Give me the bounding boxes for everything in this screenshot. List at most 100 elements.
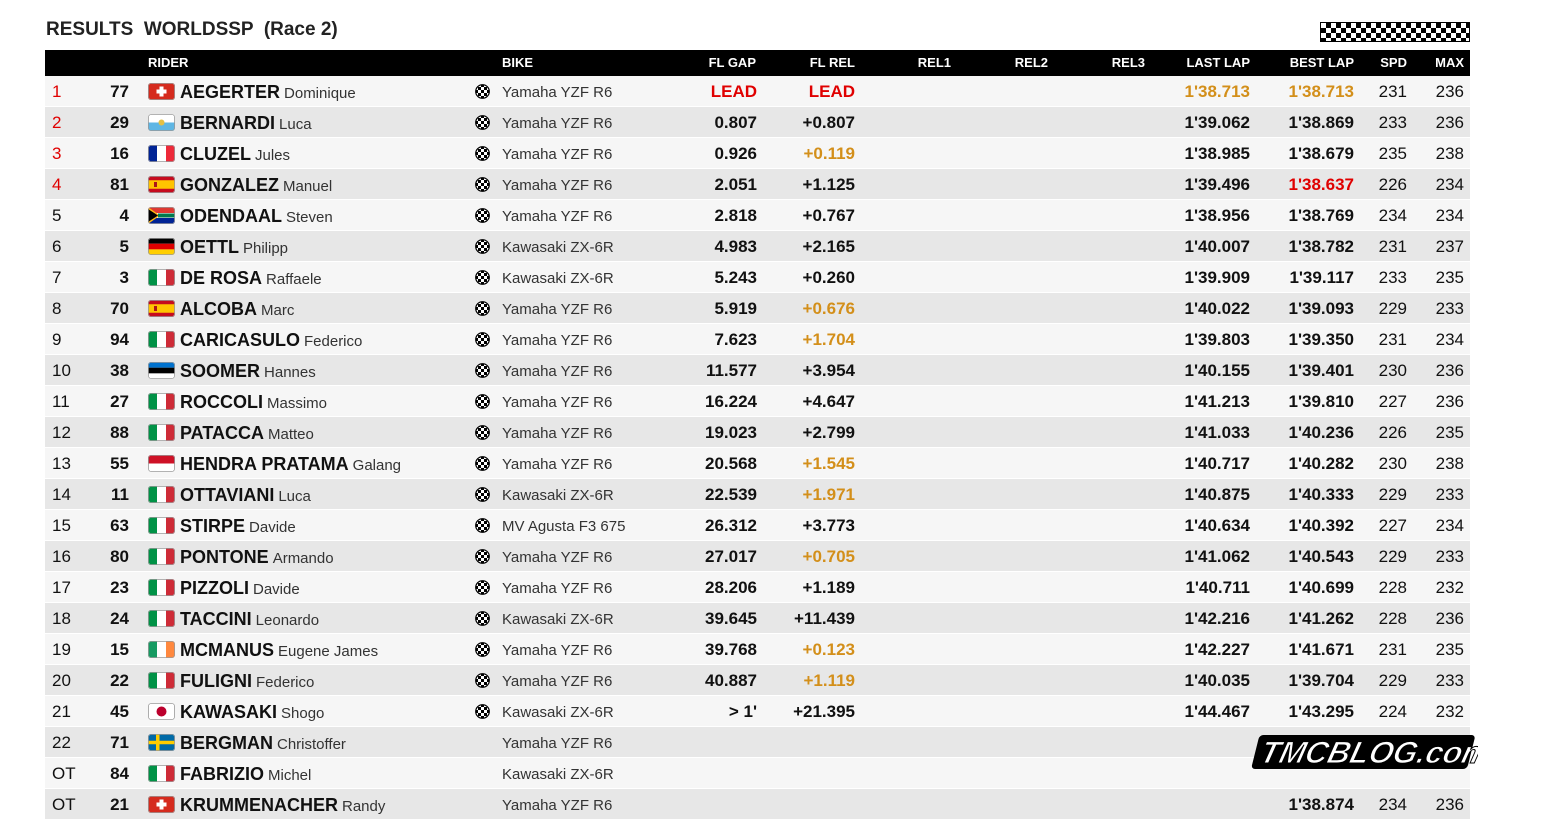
rider-firstname: Christoffer [277,736,346,753]
rider-name[interactable]: FABRIZIO Michel [180,764,311,786]
country-flag-icon [148,703,175,720]
header-last-lap[interactable]: LAST LAP [1155,55,1250,71]
fl-gap: 39.768 [705,640,757,659]
last-lap: 1'41.213 [1184,392,1251,411]
speed: 231 [1378,640,1407,659]
last-lap: 1'40.717 [1184,454,1251,473]
rider-number: 70 [110,299,129,318]
rider-name[interactable]: ROCCOLI Massimo [180,392,327,414]
table-row[interactable]: 11 27 ROCCOLI Massimo Yamaha YZF R6 16.224 +4.… [45,386,1470,417]
bike-model: Yamaha YZF R6 [502,425,613,442]
rider-name[interactable]: OETTL Philipp [180,237,288,259]
rider-name[interactable]: FULIGNI Federico [180,671,314,693]
rider-name[interactable]: ALCOBA Marc [180,299,294,321]
best-lap: 1'38.713 [1288,82,1355,101]
table-row[interactable]: 6 5 OETTL Philipp Kawasaki ZX-6R 4.983 +2.165 1… [45,231,1470,262]
table-row[interactable]: 4 81 GONZALEZ Manuel Yamaha YZF R6 2.051 +1.12… [45,169,1470,200]
best-lap: 1'38.637 [1288,175,1355,194]
last-lap: 1'42.216 [1184,609,1251,628]
table-row[interactable]: 19 15 MCMANUS Eugene James Yamaha YZF R6 39.7… [45,634,1470,665]
rider-number: 38 [110,361,129,380]
table-row[interactable]: 12 88 PATACCA Matteo Yamaha YZF R6 19.023 +2.7… [45,417,1470,448]
rider-surname: DE ROSA [180,268,263,288]
rider-name[interactable]: OTTAVIANI Luca [180,485,311,507]
rider-firstname: Armando [272,550,334,567]
fl-gap: 28.206 [705,578,757,597]
header-spd[interactable]: SPD [1363,55,1407,71]
max-speed: 236 [1435,361,1464,380]
last-lap: 1'44.467 [1184,702,1251,721]
speed: 235 [1378,144,1407,163]
table-row[interactable]: 16 80 PONTONE Armando Yamaha YZF R6 27.017 +0.… [45,541,1470,572]
table-row[interactable]: 2 29 BERNARDI Luca Yamaha YZF R6 0.807 +0.807 1… [45,107,1470,138]
checkered-bike-icon [475,115,490,130]
header-rel2[interactable]: REL2 [992,55,1048,71]
rider-name[interactable]: STIRPE Davide [180,516,296,538]
rider-firstname: Leonardo [255,612,320,629]
table-row[interactable]: 13 55 HENDRA PRATAMA Galang Yamaha YZF R6 20.… [45,448,1470,479]
rider-name[interactable]: GONZALEZ Manuel [180,175,332,197]
header-rider[interactable]: RIDER [148,55,188,71]
header-rel1[interactable]: REL1 [895,55,951,71]
rider-name[interactable]: ODENDAAL Steven [180,206,333,228]
max-speed: 233 [1435,299,1464,318]
last-lap: 1'40.875 [1184,485,1251,504]
position: 21 [52,702,71,721]
rider-name[interactable]: BERNARDI Luca [180,113,312,135]
country-flag-icon [148,176,175,193]
table-row[interactable]: 8 70 ALCOBA Marc Yamaha YZF R6 5.919 +0.676 1'4… [45,293,1470,324]
speed: 227 [1378,392,1407,411]
rider-name[interactable]: MCMANUS Eugene James [180,640,378,662]
rider-name[interactable]: TACCINI Leonardo [180,609,319,631]
table-row[interactable]: 1 77 AEGERTER Dominique Yamaha YZF R6 LEAD LEA… [45,76,1470,107]
header-best-lap[interactable]: BEST LAP [1255,55,1354,71]
country-flag-icon [148,393,175,410]
rider-name[interactable]: PIZZOLI Davide [180,578,300,600]
checkered-bike-icon [475,270,490,285]
table-row[interactable]: 18 24 TACCINI Leonardo Kawasaki ZX-6R 39.645 +… [45,603,1470,634]
rider-name[interactable]: CARICASULO Federico [180,330,362,352]
rider-firstname: Luca [279,116,312,133]
position: 9 [52,330,62,349]
rider-name[interactable]: SOOMER Hannes [180,361,316,383]
rider-number: 21 [110,795,129,814]
best-lap: 1'38.679 [1288,144,1355,163]
speed: 226 [1378,175,1407,194]
table-row[interactable]: 9 94 CARICASULO Federico Yamaha YZF R6 7.623 +… [45,324,1470,355]
rider-name[interactable]: CLUZEL Jules [180,144,290,166]
bike-model: Yamaha YZF R6 [502,208,613,225]
country-flag-icon [148,424,175,441]
rider-name[interactable]: DE ROSA Raffaele [180,268,322,290]
speed: 229 [1378,547,1407,566]
rider-firstname: Davide [249,519,296,536]
table-row[interactable]: 15 63 STIRPE Davide MV Agusta F3 675 26.312 +3… [45,510,1470,541]
table-row[interactable]: 14 11 OTTAVIANI Luca Kawasaki ZX-6R 22.539 +1.… [45,479,1470,510]
rider-name[interactable]: KRUMMENACHER Randy [180,795,385,817]
rider-name[interactable]: PONTONE Armando [180,547,334,569]
fl-gap: 2.818 [714,206,757,225]
position: 14 [52,485,71,504]
table-row[interactable]: 3 16 CLUZEL Jules Yamaha YZF R6 0.926 +0.119 1'… [45,138,1470,169]
table-row[interactable]: 7 3 DE ROSA Raffaele Kawasaki ZX-6R 5.243 +0.2… [45,262,1470,293]
rider-name[interactable]: KAWASAKI Shogo [180,702,324,724]
rider-name[interactable]: AEGERTER Dominique [180,82,356,104]
header-fl-rel[interactable]: FL REL [757,55,855,71]
table-row[interactable]: OT 21 KRUMMENACHER Randy Yamaha YZF R6 1'38.8… [45,789,1470,820]
table-row[interactable]: 5 4 ODENDAAL Steven Yamaha YZF R6 2.818 +0.767… [45,200,1470,231]
rider-number: 24 [110,609,129,628]
speed: 224 [1378,702,1407,721]
table-row[interactable]: 17 23 PIZZOLI Davide Yamaha YZF R6 28.206 +1.1… [45,572,1470,603]
rider-name[interactable]: PATACCA Matteo [180,423,314,445]
header-fl-gap[interactable]: FL GAP [657,55,756,71]
rider-name[interactable]: HENDRA PRATAMA Galang [180,454,401,476]
speed: 229 [1378,671,1407,690]
best-lap: 1'40.333 [1288,485,1355,504]
header-rel3[interactable]: REL3 [1089,55,1145,71]
table-row[interactable]: 20 22 FULIGNI Federico Yamaha YZF R6 40.887 +1… [45,665,1470,696]
header-bike[interactable]: BIKE [502,55,533,71]
table-row[interactable]: 21 45 KAWASAKI Shogo Kawasaki ZX-6R > 1' +21.3… [45,696,1470,727]
max-speed: 236 [1435,609,1464,628]
header-max[interactable]: MAX [1420,55,1464,71]
table-row[interactable]: 10 38 SOOMER Hannes Yamaha YZF R6 11.577 +3.95… [45,355,1470,386]
rider-name[interactable]: BERGMAN Christoffer [180,733,346,755]
